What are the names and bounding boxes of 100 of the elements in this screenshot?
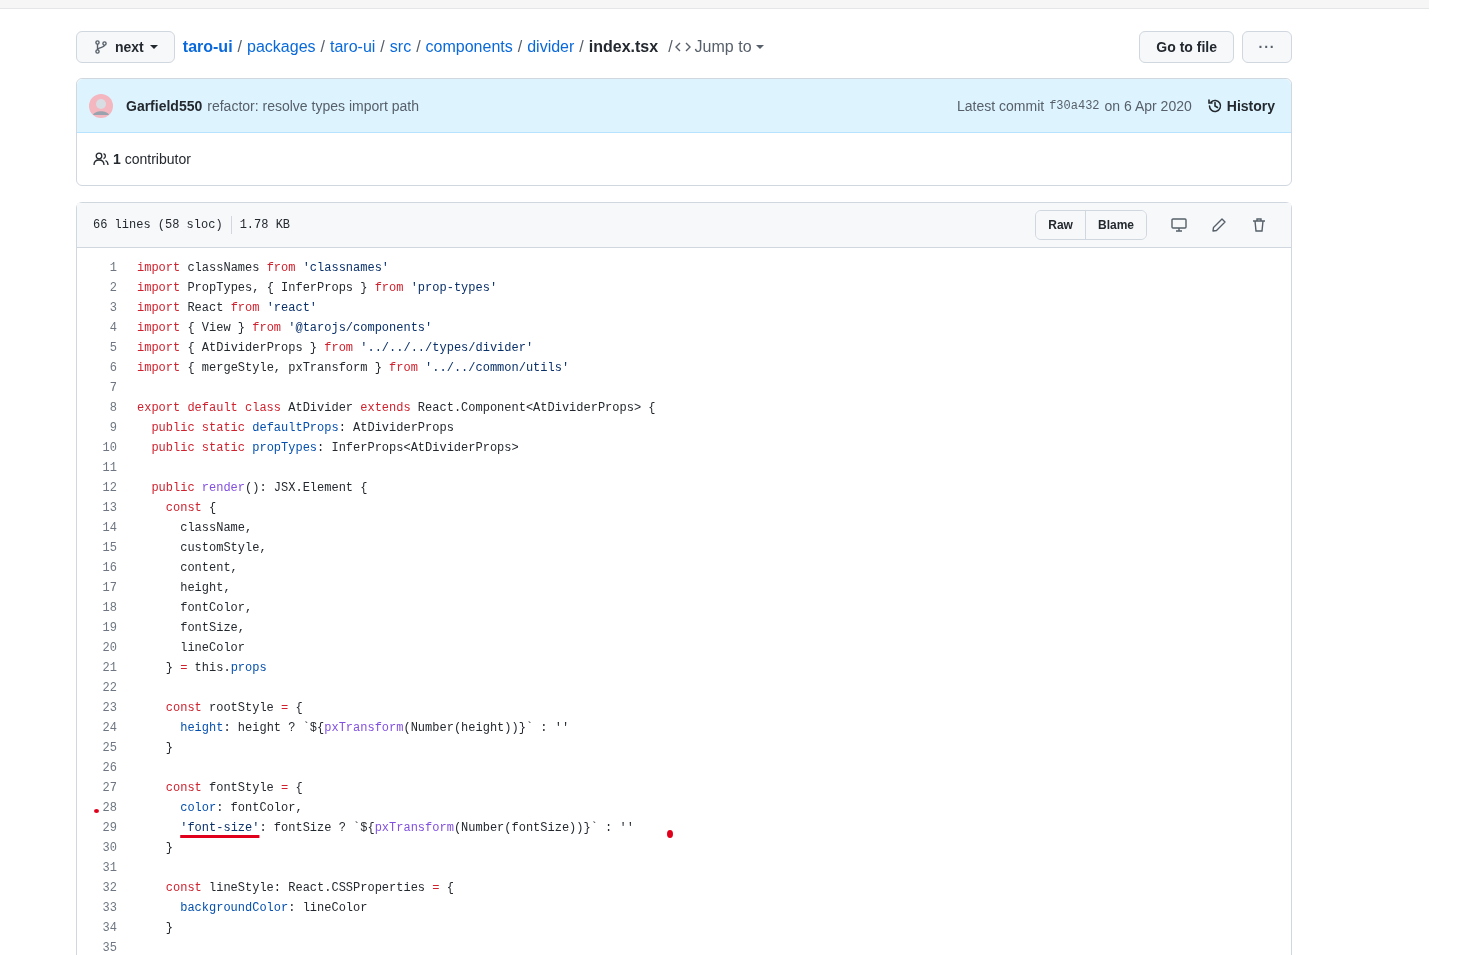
code-line: content, (179, 561, 238, 575)
line-number: 7 (109, 381, 117, 395)
line-number: 15 (102, 541, 117, 555)
code-line: } (164, 841, 173, 855)
code-line: const lineStyle: React.CSSProperties = { (164, 881, 454, 895)
commit-message: refactor: resolve types import path (207, 97, 419, 114)
line-number: 18 (102, 601, 117, 615)
code-line: className, (179, 521, 253, 535)
line-number: 13 (102, 501, 117, 515)
line-number: 25 (102, 741, 117, 755)
branch-icon (93, 39, 109, 55)
line-number: 33 (102, 901, 117, 915)
path-separator: / (319, 38, 326, 56)
line-number: 26 (102, 761, 117, 775)
line-number: 22 (102, 681, 117, 695)
breadcrumb-link[interactable]: components (425, 38, 513, 56)
code-line: color: fontColor, (179, 801, 303, 815)
code-line: 'font-size': fontSize ? `${pxTransform(Number(fontSize))}` : '' (179, 821, 634, 835)
code-line: fontColor, (179, 601, 253, 615)
path-separator: / (415, 38, 422, 56)
code-line: const rootStyle = { (164, 701, 303, 715)
go-to-file-button[interactable]: Go to file (1139, 31, 1234, 63)
code-line: public static propTypes: InferProps<AtDividerProps> (150, 441, 519, 455)
commit-sha[interactable]: f30a432 (1049, 98, 1100, 113)
line-number: 34 (102, 921, 117, 935)
people-icon (93, 152, 109, 166)
line-number: 11 (102, 461, 117, 475)
code-line: import { mergeStyle, pxTransform } from '../../common/utils' (137, 361, 570, 375)
line-number: 14 (102, 521, 117, 535)
author-link[interactable]: Garfield550 (126, 97, 203, 114)
caret-icon (149, 45, 158, 49)
code-line: } = this.props (164, 661, 267, 675)
avatar (89, 93, 113, 118)
code-line: public static defaultProps: AtDividerProps (150, 421, 454, 435)
jump-to-button[interactable]: Jump to (674, 38, 764, 56)
line-number: 3 (109, 301, 117, 315)
line-number: 8 (109, 401, 117, 415)
line-number: 29 (102, 821, 117, 835)
path-separator: / (379, 38, 386, 56)
breadcrumb-link[interactable]: divider (527, 38, 575, 56)
annotation-dot (667, 830, 673, 838)
branch-button[interactable]: next (76, 31, 175, 63)
line-number: 12 (102, 481, 117, 495)
breadcrumb-link[interactable]: packages (247, 38, 316, 56)
code-line: customStyle, (179, 541, 267, 555)
line-number: 23 (102, 701, 117, 715)
latest-commit-label: Latest commit (957, 97, 1045, 114)
caret-icon (755, 45, 764, 49)
history-link[interactable]: History (1206, 97, 1275, 114)
path-separator: / (578, 38, 585, 56)
code-line: height, (179, 581, 231, 595)
code-line: import { View } from '@tarojs/components' (137, 321, 433, 335)
breadcrumb-link[interactable]: taro-ui (182, 38, 233, 56)
line-number: 27 (102, 781, 117, 795)
breadcrumb-link[interactable]: src (389, 38, 412, 56)
commit-date: on 6 Apr 2020 (1104, 97, 1192, 114)
line-number: 9 (109, 421, 117, 435)
line-number: 32 (102, 881, 117, 895)
line-number: 30 (102, 841, 117, 855)
delete-icon[interactable] (1251, 217, 1267, 233)
code-line: import { AtDividerProps } from '../../../types/divider' (137, 341, 534, 355)
line-number: 24 (102, 721, 117, 735)
line-number: 10 (102, 441, 117, 455)
code-line: } (164, 741, 173, 755)
line-number: 19 (102, 621, 117, 635)
line-number: 17 (102, 581, 117, 595)
file-size: 1.78 KB (239, 218, 291, 232)
contributors-link[interactable]: 1 contributor (113, 151, 191, 167)
line-number: 2 (109, 281, 117, 295)
code-line: const { (164, 501, 217, 515)
code-line: import React from 'react' (137, 301, 318, 315)
path-separator: / (667, 38, 674, 56)
code-line: import PropTypes, { InferProps } from 'prop-types' (137, 281, 498, 295)
scrollbar[interactable] (0, 0, 1429, 9)
code-line: backgroundColor: lineColor (179, 901, 368, 915)
line-number: 5 (109, 341, 117, 355)
blame-button[interactable]: Blame (1084, 211, 1146, 239)
line-number: 20 (102, 641, 117, 655)
line-number: 21 (102, 661, 117, 675)
line-number: 4 (109, 321, 117, 335)
history-icon (1206, 97, 1223, 114)
desktop-icon[interactable] (1171, 217, 1187, 233)
code-icon (674, 41, 691, 53)
line-number: 6 (109, 361, 117, 375)
line-count: 66 lines (58 sloc) (93, 218, 223, 232)
code-line: export default class AtDivider extends React.Component<AtDividerProps> { (137, 401, 656, 415)
path-separator: / (516, 38, 524, 56)
more-button[interactable]: ··· (1242, 31, 1292, 63)
path-separator: / (236, 38, 244, 56)
line-number: 16 (102, 561, 117, 575)
line-number: 35 (102, 941, 117, 955)
code-line: fontSize, (179, 621, 246, 635)
code-line: public render(): JSX.Element { (150, 481, 368, 495)
breadcrumb-link[interactable]: taro-ui (330, 38, 376, 56)
file-name[interactable]: index.tsx (588, 38, 659, 56)
code-line: import classNames from 'classnames' (137, 261, 390, 275)
edit-icon[interactable] (1211, 217, 1227, 233)
code-line: height: height ? `${pxTransform(Number(height))}` : '' (179, 721, 570, 735)
line-number: 28 (102, 801, 117, 815)
code-line: } (164, 921, 173, 935)
